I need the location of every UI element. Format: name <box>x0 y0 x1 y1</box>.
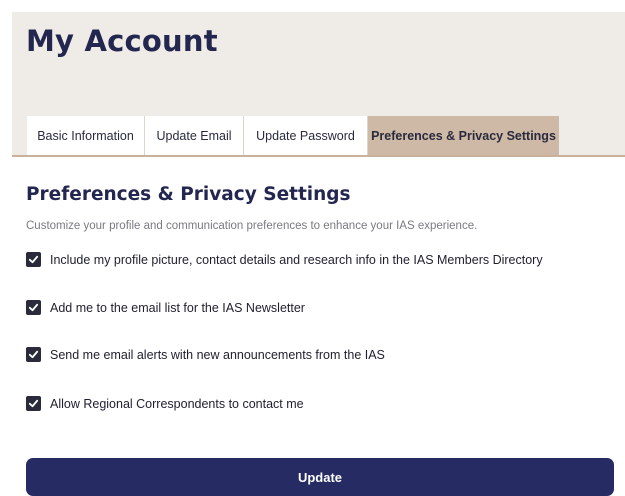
checkmark-icon <box>28 303 39 312</box>
option-label: Allow Regional Correspondents to contact… <box>50 396 304 411</box>
checkmark-icon <box>28 399 39 408</box>
section-title: Preferences & Privacy Settings <box>26 184 351 205</box>
section-description: Customize your profile and communication… <box>26 220 478 232</box>
option-regional-correspondents[interactable]: Allow Regional Correspondents to contact… <box>26 396 304 411</box>
account-tabs: Basic Information Update Email Update Pa… <box>27 116 559 156</box>
checkmark-icon <box>28 255 39 264</box>
option-label: Add me to the email list for the IAS New… <box>50 300 305 315</box>
option-newsletter[interactable]: Add me to the email list for the IAS New… <box>26 300 305 315</box>
tab-preferences-privacy[interactable]: Preferences & Privacy Settings <box>368 116 559 156</box>
update-button[interactable]: Update <box>26 458 614 496</box>
page-title: My Account <box>26 24 218 58</box>
option-label: Include my profile picture, contact deta… <box>50 252 543 267</box>
account-header: My Account Basic Information Update Emai… <box>12 12 625 156</box>
tab-update-password[interactable]: Update Password <box>244 116 368 156</box>
checkmark-icon <box>28 350 39 359</box>
checkbox-email-alerts[interactable] <box>26 347 41 362</box>
tab-divider <box>12 155 625 157</box>
checkbox-newsletter[interactable] <box>26 300 41 315</box>
checkbox-regional-correspondents[interactable] <box>26 396 41 411</box>
option-label: Send me email alerts with new announceme… <box>50 347 385 362</box>
checkbox-members-directory[interactable] <box>26 252 41 267</box>
tab-update-email[interactable]: Update Email <box>145 116 244 156</box>
option-members-directory[interactable]: Include my profile picture, contact deta… <box>26 252 543 267</box>
tab-basic-information[interactable]: Basic Information <box>27 116 145 156</box>
option-email-alerts[interactable]: Send me email alerts with new announceme… <box>26 347 385 362</box>
